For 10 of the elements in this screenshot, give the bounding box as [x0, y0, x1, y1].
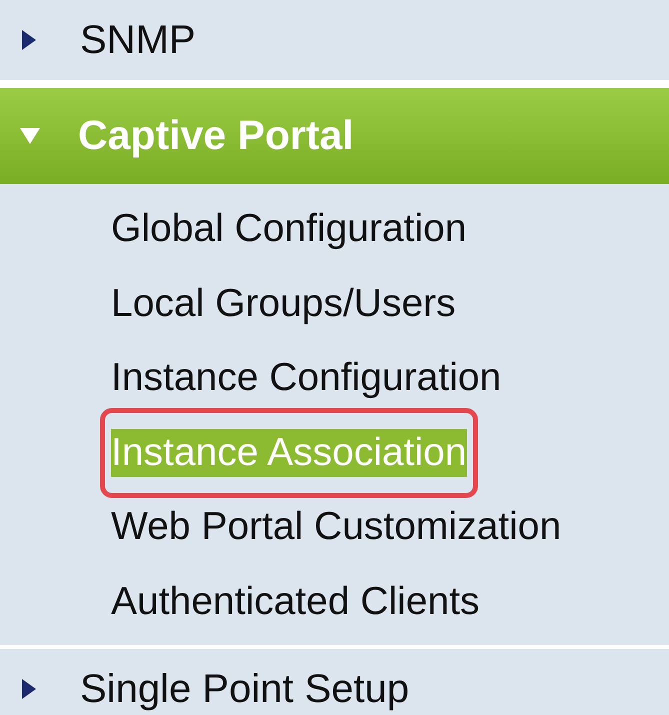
menu-header[interactable]: Single Point Setup — [0, 649, 669, 715]
caret-down-icon — [20, 128, 40, 144]
caret-right-icon — [22, 679, 36, 699]
caret-right-icon — [22, 30, 36, 50]
submenu-item[interactable]: Global Configuration — [111, 205, 467, 254]
submenu-item[interactable]: Web Portal Customization — [111, 503, 562, 552]
submenu-item[interactable]: Authenticated Clients — [111, 578, 480, 626]
menu-header[interactable]: SNMP — [0, 0, 669, 80]
submenu-item[interactable]: Instance Configuration — [111, 354, 502, 402]
submenu-item[interactable]: Local Groups/Users — [111, 280, 456, 328]
